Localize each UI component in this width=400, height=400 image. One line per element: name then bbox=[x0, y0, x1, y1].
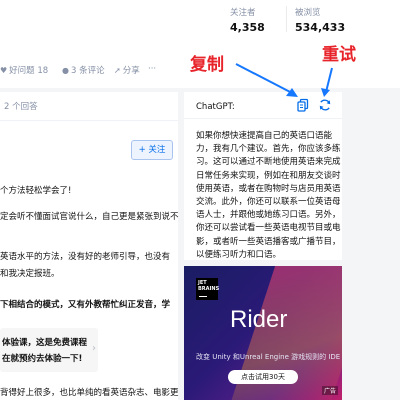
share-button[interactable]: ➚ 分享 bbox=[114, 64, 140, 77]
chatgpt-card: ChatGPT: 如果你想快速提高自己的英语口语能 力，我有几个建议。首先，你应… bbox=[184, 92, 342, 260]
refresh-icon[interactable] bbox=[318, 98, 332, 112]
answer-line: 个方法轻松学会了! bbox=[0, 186, 72, 196]
views-label: 被浏览 bbox=[295, 8, 321, 18]
stats-divider bbox=[286, 6, 287, 32]
comments-label: 3 条评论 bbox=[70, 66, 105, 76]
logo-text: BRAINS bbox=[198, 286, 220, 292]
course-promo[interactable]: 体验课，这是免费课程 在就预约去体验一下! › bbox=[0, 328, 98, 372]
views-count: 534,433 bbox=[295, 21, 346, 34]
question-header: 关注者 4,358 被浏览 534,433 bbox=[0, 0, 400, 38]
answer-line: 背得好上很多，也比单纯的看英语杂志、电影更 bbox=[0, 388, 179, 398]
jetbrains-logo: JET BRAINS bbox=[196, 278, 220, 300]
followers-label: 关注者 bbox=[230, 8, 256, 18]
promo-line: 在就预约去体验一下! bbox=[2, 354, 83, 364]
ad-product-name: Rider bbox=[230, 306, 288, 333]
heart-icon: ♥ bbox=[0, 65, 8, 75]
response-line: 以便练习听力和口语。 bbox=[196, 249, 282, 260]
copy-icon[interactable] bbox=[296, 98, 310, 112]
response-line: 影，或者听一些英语播客或广播节目， bbox=[196, 236, 341, 247]
followers-count: 4,358 bbox=[230, 21, 265, 34]
ad-tag: 广告 bbox=[322, 386, 339, 395]
chevron-right-icon: › bbox=[92, 343, 96, 354]
good-question-label: 好问题 18 bbox=[9, 66, 49, 76]
good-question-button[interactable]: ♥ 好问题 18 bbox=[0, 64, 49, 77]
retry-arrow-icon bbox=[321, 67, 333, 97]
followers-stat[interactable]: 关注者 4,358 bbox=[230, 6, 286, 34]
response-line: 使用英语，或者在购物时与店员用英语 bbox=[196, 183, 341, 194]
rider-ad[interactable]: JET BRAINS Rider 改变 Unity 和Unreal Engine… bbox=[184, 266, 342, 400]
copy-annotation: 复制 bbox=[190, 55, 224, 75]
chatgpt-response: 如果你想快速提高自己的英语口语能 力，我有几个建议。首先，你应该多练 习。这可以… bbox=[196, 130, 341, 262]
response-line: 日常任务来实现，例如在和朋友交谈时 bbox=[196, 170, 341, 181]
response-line: 如果你想快速提高自己的英语口语能 bbox=[196, 131, 333, 141]
chatgpt-divider bbox=[184, 118, 342, 119]
response-line: 力，我有几个建议。首先，你应该多练 bbox=[196, 144, 341, 155]
answer-line: 下相结合的模式，又有外教帮忙纠正发音，学 bbox=[0, 300, 171, 310]
promo-line: 体验课，这是免费课程 bbox=[2, 338, 88, 348]
more-label: ··· bbox=[148, 64, 157, 74]
more-button[interactable]: ··· bbox=[148, 64, 156, 74]
views-stat: 被浏览 534,433 bbox=[295, 6, 351, 34]
share-label: 分享 bbox=[122, 66, 140, 76]
question-stats: 关注者 4,358 被浏览 534,433 bbox=[230, 6, 351, 34]
chatgpt-title: ChatGPT: bbox=[196, 102, 235, 112]
answers-header: 2 个回答 bbox=[0, 92, 178, 121]
share-icon: ➚ bbox=[114, 65, 121, 75]
comments-button[interactable]: ● 3 条评论 bbox=[62, 64, 105, 77]
answers-count: 2 个回答 bbox=[4, 102, 38, 112]
answer-line: 和我决定报班。 bbox=[0, 269, 60, 279]
response-line: 交流。此外，你还可以联系一位英语母 bbox=[196, 197, 341, 208]
ad-trial-button[interactable]: 点击试用30天 bbox=[228, 370, 298, 384]
comment-icon: ● bbox=[62, 65, 69, 75]
copy-arrow-icon bbox=[235, 63, 298, 97]
answer-line: 定会听不懂面试官说什么，自己更是紧张到说不 bbox=[0, 212, 179, 222]
ad-subtitle: 改变 Unity 和Unreal Engine 游戏规则的 IDE bbox=[196, 353, 341, 361]
retry-annotation: 重试 bbox=[322, 45, 356, 65]
follow-button[interactable]: + 关注 bbox=[131, 140, 173, 160]
answer-line: 英语水平的方法，没有好的老师引导，也没有 bbox=[0, 252, 171, 262]
answers-card: 2 个回答 + 关注 个方法轻松学会了! 定会听不懂面试官说什么，自己更是紧张到… bbox=[0, 92, 179, 400]
response-line: 语人士，并跟他或她练习口语。另外， bbox=[196, 210, 341, 221]
response-line: 你还可以尝试看一些英语电视节目或电 bbox=[196, 223, 341, 234]
response-line: 习。这可以通过不断地使用英语来完成 bbox=[196, 157, 341, 168]
